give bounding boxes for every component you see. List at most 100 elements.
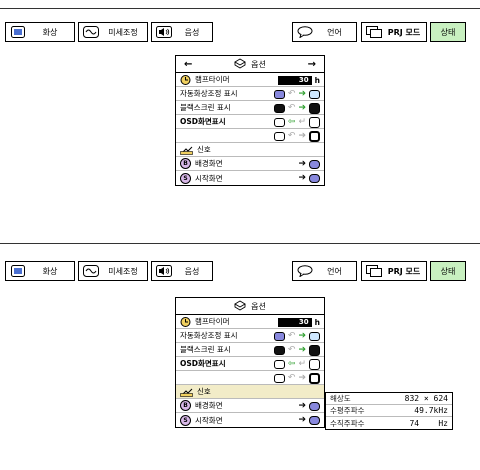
options-menu: ← 옵션 → 램프타이머 30 h 자동화상조정 표시 ↶ ➔ 블랙스크린 표시… [175,55,325,186]
tab-prj-mode[interactable]: PRJ 모드 [361,22,427,42]
startup-row[interactable]: S 시작화면 ➔ [176,413,324,427]
menu-title-bar: 옵션 [176,298,324,315]
arrow-icon: ↶ [287,102,296,113]
signal-row[interactable]: 신호 [176,143,324,157]
lamp-timer-row[interactable]: 램프타이머 30 h [176,315,324,329]
arrow-left-icon[interactable]: ← [184,56,192,73]
tab-label: 상태 [440,27,456,37]
toggle-selected-icon [309,372,320,384]
signal-info-panel: 해상도 832 × 624 수평주파수 49.7kHz 수직주파수 74 Hz [325,392,453,430]
speech-bubble-icon [297,25,313,39]
tab-audio[interactable]: 음성 [151,261,213,281]
arrow-icon: ↵ [298,116,306,127]
menu-title: 옵션 [251,301,266,311]
auto-sync-off-icon [273,89,285,99]
fine-sync-icon [83,25,99,39]
tab-prj-mode[interactable]: PRJ 모드 [361,261,427,281]
info-value: 49.7kHz [414,406,448,415]
arrow-right-icon: ➔ [298,158,306,169]
auto-sync-row[interactable]: 자동화상조정 표시 ↶ ➔ [176,87,324,101]
tab-language[interactable]: 언어 [292,261,357,281]
tab-fine-sync[interactable]: 미세조정 [78,261,148,281]
lamp-timer-value: 30 h [277,73,320,87]
black-screen-selected-icon [309,344,320,356]
background-row[interactable]: B 배경화면 ➔ [176,399,324,413]
toggle-selected-icon [309,130,320,142]
top-divider [0,8,480,9]
arrow-left-green-icon: ⇦ [287,358,296,369]
arrow-right-icon: ➔ [298,400,306,411]
auto-sync-on-icon [309,89,320,99]
blackscreen-row[interactable]: 블랙스크린 표시 ↶ ➔ [176,343,324,357]
auto-sync-row[interactable]: 자동화상조정 표시 ↶ ➔ [176,329,324,343]
background-row[interactable]: B 배경화면 ➔ [176,157,324,171]
osd-display-row[interactable]: OSD화면표시 ⇦ ↵ [176,357,324,371]
arrow-icon: ↶ [287,130,296,141]
tab-picture[interactable]: 화상 [5,261,75,281]
row-label: 자동화상조정 표시 [180,89,238,98]
row-label: OSD화면표시 [180,359,226,368]
tab-language[interactable]: 언어 [292,22,357,42]
osd-off-icon [309,358,320,370]
osd-off-icon [309,116,320,128]
black-screen-icon [273,345,285,355]
auto-sync-off-icon [273,331,285,341]
tab-picture[interactable]: 화상 [5,22,75,42]
arrow-right-icon[interactable]: → [308,56,316,73]
projector-icon [366,264,382,278]
osd-toggle[interactable]: ⇦ ↵ [273,115,320,129]
auto-sync-toggle[interactable]: ↶ ➔ [273,87,320,101]
tab-status[interactable]: 상태 [430,22,466,42]
tab-fine-sync[interactable]: 미세조정 [78,22,148,42]
disabled-row: ↶ ➔ [176,129,324,143]
lamp-timer-row[interactable]: 램프타이머 30 h [176,73,324,87]
arrow-icon: ↵ [298,358,306,369]
blackscreen-toggle[interactable]: ↶ ➔ [273,343,320,357]
arrow-right-green-icon: ➔ [298,102,306,113]
tab-label: 음성 [184,266,200,276]
signal-icon [180,145,193,155]
info-row-horizontal-frequency: 수평주파수 49.7kHz [326,405,452,417]
speech-bubble-icon [297,264,313,278]
row-label: 신호 [197,145,211,154]
auto-sync-toggle[interactable]: ↶ ➔ [273,329,320,343]
osd-display-row[interactable]: OSD화면표시 ⇦ ↵ [176,115,324,129]
startup-row[interactable]: S 시작화면 ➔ [176,171,324,185]
submenu-icon [309,173,320,183]
arrow-left-green-icon: ⇦ [287,116,296,127]
row-label: 블랙스크린 표시 [180,345,231,354]
tab-status[interactable]: 상태 [430,261,466,281]
black-screen-icon [273,103,285,113]
row-label: 램프타이머 [195,317,230,326]
menu-title-bar: ← 옵션 → [176,56,324,73]
osd-toggle[interactable]: ⇦ ↵ [273,357,320,371]
signal-icon [180,387,193,397]
arrow-icon: ↶ [287,344,296,355]
tab-label: PRJ 모드 [387,266,421,276]
tab-label: PRJ 모드 [387,27,421,37]
tab-audio[interactable]: 음성 [151,22,213,42]
info-key: 해상도 [330,394,351,403]
arrow-icon: ➔ [298,130,306,141]
info-value: 74 Hz [409,418,448,428]
blackscreen-toggle[interactable]: ↶ ➔ [273,101,320,115]
background-icon: B [180,400,191,411]
arrow-icon: ↶ [287,372,296,383]
arrow-right-icon: ➔ [298,172,306,183]
arrow-icon: ↶ [287,88,296,99]
toggle-icon [273,373,285,383]
signal-row[interactable]: 신호 [176,385,324,399]
arrow-right-icon: ➔ [298,414,306,425]
row-label: 시작화면 [195,415,223,425]
toggle-icon [273,131,285,141]
background-icon: B [180,158,191,169]
arrow-right-green-icon: ➔ [298,330,306,341]
startup-value: ➔ [298,413,320,427]
arrow-right-green-icon: ➔ [298,88,306,99]
picture-icon [10,264,26,278]
speaker-icon [156,25,172,39]
blackscreen-row[interactable]: 블랙스크린 표시 ↶ ➔ [176,101,324,115]
lamp-unit: h [314,75,320,85]
tab-label: 화상 [42,27,58,37]
submenu-icon [309,415,320,425]
